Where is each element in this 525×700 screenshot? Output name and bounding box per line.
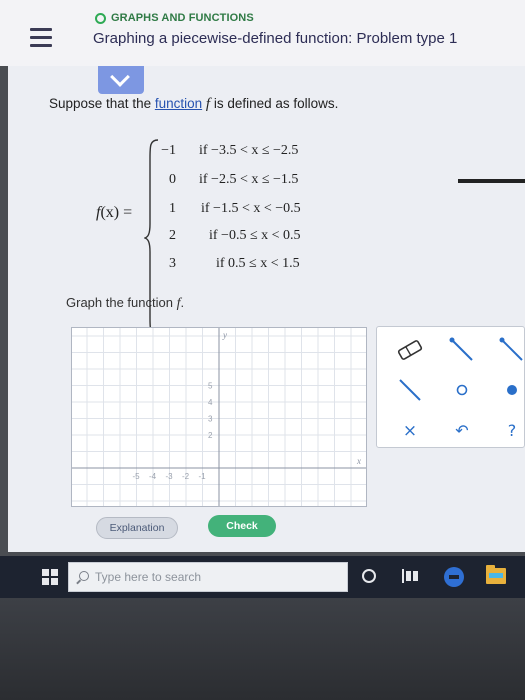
y-tick-label: 2	[208, 431, 213, 440]
delete-x-icon[interactable]: ×	[395, 415, 425, 445]
case-condition: if 0.5 ≤ x < 1.5	[216, 256, 300, 271]
function-definition-link[interactable]: function	[155, 96, 202, 111]
problem-prompt: Suppose that the function f is defined a…	[49, 96, 339, 112]
cortana-icon[interactable]	[362, 569, 376, 583]
segment-closed-end-tool-icon[interactable]	[497, 335, 525, 365]
x-tick-label: -1	[199, 472, 207, 481]
x-axis-label: x	[356, 456, 361, 466]
case-value: 0	[169, 172, 176, 187]
coordinate-grid[interactable]: y x 5 4 3 2 -5 -4 -3 -2 -1	[72, 328, 366, 506]
y-tick-label: 3	[208, 415, 213, 424]
undo-icon[interactable]: ↶	[447, 415, 477, 445]
edge-browser-icon[interactable]	[444, 567, 464, 587]
explanation-button[interactable]: Explanation	[96, 517, 178, 539]
y-axis-label: y	[222, 330, 227, 340]
check-button[interactable]: Check	[208, 515, 276, 537]
graph-instruction: Graph the function f.	[66, 295, 185, 311]
app-header: GRAPHS AND FUNCTIONS Graphing a piecewis…	[0, 0, 525, 66]
file-explorer-icon[interactable]	[486, 565, 506, 584]
chevron-down-icon	[110, 67, 130, 87]
tool-palette: × ↶ ?	[376, 326, 525, 448]
help-question-icon[interactable]: ?	[497, 415, 525, 445]
y-tick-label: 5	[208, 382, 213, 391]
task-view-icon[interactable]	[402, 569, 418, 583]
problem-area: Suppose that the function f is defined a…	[8, 66, 525, 552]
x-tick-label: -5	[133, 472, 141, 481]
monitor-bezel	[0, 598, 525, 700]
svg-text:?: ?	[508, 421, 517, 440]
taskbar-search-box[interactable]: Type here to search	[68, 562, 348, 592]
svg-text:×: ×	[403, 421, 417, 441]
case-condition: if −3.5 < x ≤ −2.5	[199, 143, 299, 158]
case-value: 1	[169, 201, 176, 216]
problem-title: Graphing a piecewise-defined function: P…	[93, 30, 458, 47]
windows-taskbar: Type here to search	[0, 556, 525, 598]
windows-start-icon[interactable]	[42, 569, 58, 585]
x-tick-label: -3	[166, 472, 174, 481]
search-icon	[79, 571, 89, 581]
circle-outline-icon	[95, 12, 106, 24]
graph-canvas[interactable]: y x 5 4 3 2 -5 -4 -3 -2 -1	[71, 327, 367, 507]
divider-line	[458, 179, 525, 183]
topic-label: GRAPHS AND FUNCTIONS	[111, 12, 254, 24]
case-condition: if −2.5 < x ≤ −1.5	[199, 172, 299, 187]
open-point-icon[interactable]	[447, 375, 477, 405]
topic-row: GRAPHS AND FUNCTIONS	[95, 12, 254, 24]
case-condition: if −1.5 < x < −0.5	[201, 201, 301, 216]
line-segment-tool-icon[interactable]	[395, 375, 425, 405]
hamburger-menu-icon[interactable]	[30, 28, 52, 48]
case-value: −1	[161, 143, 176, 158]
svg-text:↶: ↶	[455, 421, 468, 440]
search-placeholder: Type here to search	[95, 570, 202, 584]
x-tick-label: -2	[182, 472, 190, 481]
eraser-icon[interactable]	[395, 335, 425, 365]
case-value: 2	[169, 228, 176, 243]
closed-point-icon[interactable]	[497, 375, 525, 405]
case-condition: if −0.5 ≤ x < 0.5	[209, 228, 301, 243]
function-label: f(x) =	[96, 204, 133, 221]
case-value: 3	[169, 256, 176, 271]
segment-tool-icon[interactable]	[447, 335, 477, 365]
collapse-tab-button[interactable]	[98, 66, 144, 94]
y-tick-label: 4	[208, 398, 213, 407]
x-tick-label: -4	[149, 472, 157, 481]
